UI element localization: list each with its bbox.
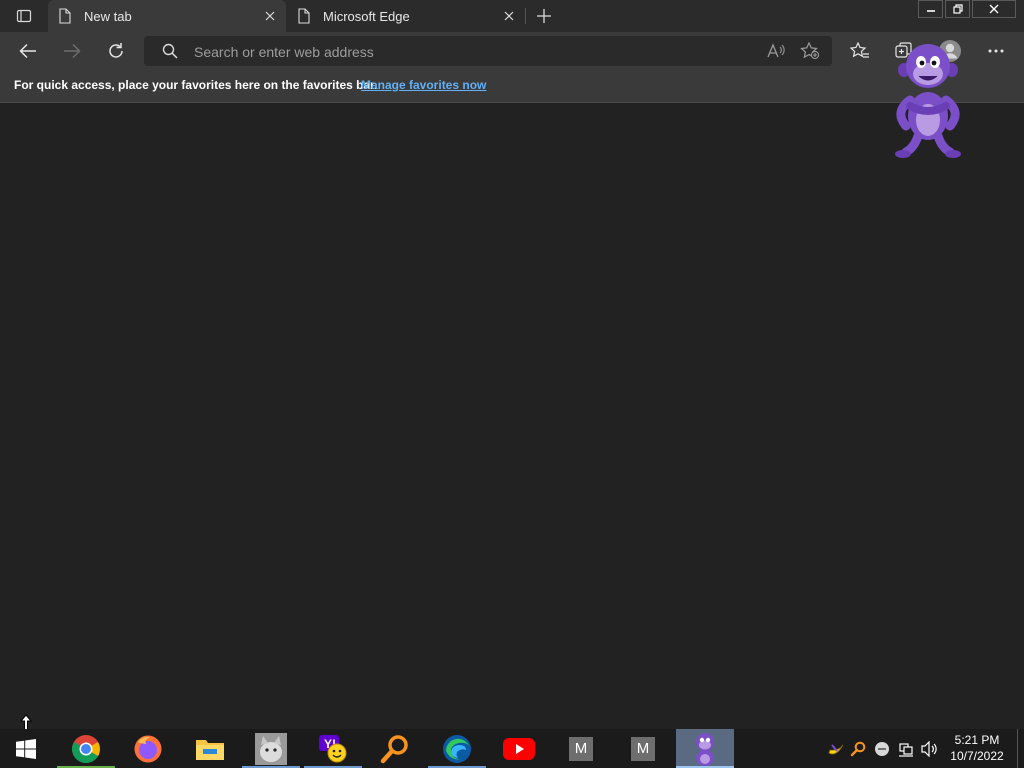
magnifier-icon xyxy=(380,734,408,763)
tray-volume-icon[interactable] xyxy=(918,740,942,757)
tab-new-tab[interactable]: New tab xyxy=(48,0,286,32)
favorites-button[interactable] xyxy=(846,37,874,65)
favorites-bar: For quick access, place your favorites h… xyxy=(0,70,1024,103)
m-app-icon: M xyxy=(631,736,655,761)
system-tray xyxy=(826,729,942,768)
tray-banana-icon[interactable] xyxy=(826,741,846,757)
page-icon xyxy=(59,8,71,24)
read-aloud-button[interactable] xyxy=(764,39,788,63)
favorites-bar-message: For quick access, place your favorites h… xyxy=(14,78,378,92)
speaker-icon xyxy=(921,740,937,757)
chrome-icon xyxy=(72,734,100,763)
yahoo-messenger-icon: Y! xyxy=(319,734,347,762)
edge-icon xyxy=(443,734,471,763)
windows-taskbar: Y! M M 5:21 PM 10/7/2022 xyxy=(0,729,1024,768)
browser-toolbar xyxy=(0,32,1024,70)
bonzi-icon xyxy=(696,732,714,766)
new-tab-button[interactable] xyxy=(532,4,556,28)
taskbar-chrome[interactable] xyxy=(57,729,115,768)
arrow-right-icon xyxy=(64,43,81,59)
minimize-button[interactable] xyxy=(918,0,943,18)
taskbar-bonzi-buddy[interactable] xyxy=(676,729,734,768)
star-add-icon xyxy=(800,42,820,60)
restore-button[interactable] xyxy=(945,0,970,18)
banana-icon xyxy=(828,743,844,754)
page-content xyxy=(0,103,1024,729)
tab-actions-button[interactable] xyxy=(10,5,38,27)
taskbar-search-tool[interactable] xyxy=(366,729,424,768)
read-aloud-icon xyxy=(767,43,785,58)
tab-actions-icon xyxy=(16,9,32,23)
network-icon xyxy=(899,742,913,757)
back-button[interactable] xyxy=(14,37,42,65)
address-input[interactable] xyxy=(192,39,736,65)
plus-icon xyxy=(537,9,551,23)
taskbar-m-app-2[interactable]: M xyxy=(614,729,672,768)
taskbar-clock[interactable]: 5:21 PM 10/7/2022 xyxy=(946,732,1008,764)
arrow-left-icon xyxy=(19,43,36,59)
tab-title: New tab xyxy=(84,8,132,24)
firefox-icon xyxy=(134,735,162,762)
tray-network-icon[interactable] xyxy=(894,741,918,757)
cat-icon xyxy=(255,732,287,765)
close-icon xyxy=(265,11,275,21)
address-bar xyxy=(144,36,832,66)
tab-divider xyxy=(525,8,526,24)
more-horizontal-icon xyxy=(988,49,1004,53)
close-icon xyxy=(989,4,999,14)
taskbar-m-app-1[interactable]: M xyxy=(552,729,610,768)
bonzi-buddy-character[interactable] xyxy=(886,40,970,160)
manage-favorites-link[interactable]: Manage favorites now xyxy=(361,78,486,92)
tray-hidden-app-icon[interactable] xyxy=(870,741,894,757)
clock-time: 5:21 PM xyxy=(954,733,1000,747)
restore-icon xyxy=(952,4,963,14)
refresh-button[interactable] xyxy=(102,37,130,65)
settings-more-button[interactable] xyxy=(982,37,1010,65)
minus-circle-icon xyxy=(875,741,889,756)
taskbar-cat-app[interactable] xyxy=(242,729,300,768)
taskbar-yahoo-messenger[interactable]: Y! xyxy=(304,729,362,768)
tab-strip: New tab Microsoft Edge xyxy=(0,0,1024,32)
page-icon xyxy=(298,8,310,24)
youtube-icon xyxy=(503,737,535,760)
taskbar-youtube[interactable] xyxy=(490,729,548,768)
taskbar-edge[interactable] xyxy=(428,729,486,768)
favorites-icon xyxy=(850,42,869,58)
tab-close-button[interactable] xyxy=(499,6,519,26)
windows-logo-icon xyxy=(16,738,36,759)
start-button[interactable] xyxy=(0,729,52,768)
search-icon xyxy=(162,43,178,59)
close-window-button[interactable] xyxy=(972,0,1016,18)
add-favorite-button[interactable] xyxy=(798,39,822,63)
show-desktop-button[interactable] xyxy=(1017,729,1024,768)
refresh-icon xyxy=(109,43,123,58)
magnifier-icon xyxy=(850,741,866,756)
window-controls xyxy=(916,0,1016,18)
forward-button[interactable] xyxy=(58,37,86,65)
taskbar-firefox[interactable] xyxy=(119,729,177,768)
tab-title: Microsoft Edge xyxy=(323,8,410,24)
m-app-icon: M xyxy=(569,736,593,761)
tab-microsoft-edge[interactable]: Microsoft Edge xyxy=(287,0,525,32)
clock-date: 10/7/2022 xyxy=(950,749,1004,763)
close-icon xyxy=(504,11,514,21)
taskbar-file-explorer[interactable] xyxy=(181,729,239,768)
folder-icon xyxy=(196,739,224,760)
tray-search-tool-icon[interactable] xyxy=(846,741,870,757)
minimize-icon xyxy=(926,10,935,12)
tab-close-button[interactable] xyxy=(260,6,280,26)
